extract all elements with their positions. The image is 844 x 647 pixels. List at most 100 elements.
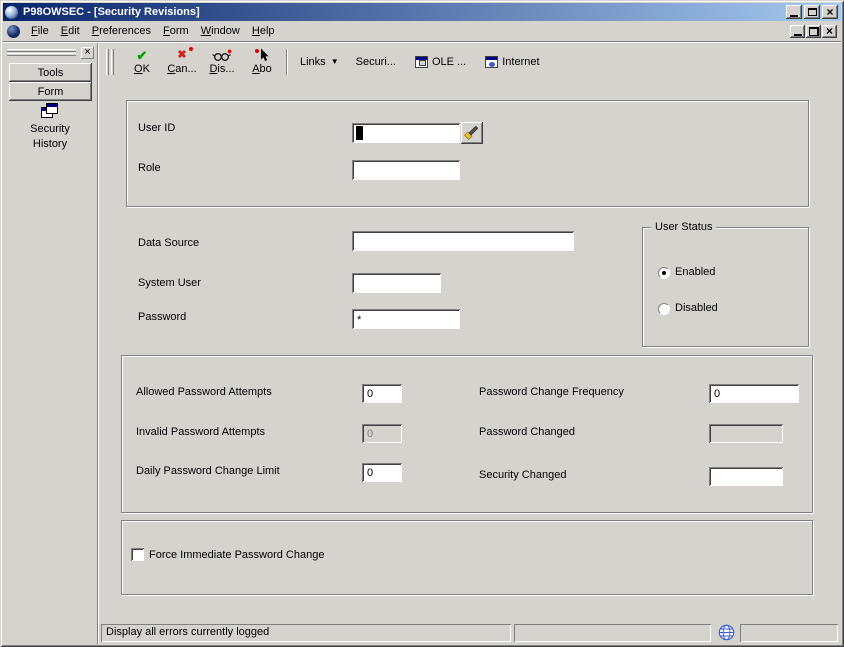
window-controls: × [786, 5, 841, 19]
sidebar-header: × [7, 46, 94, 59]
links-dropdown-icon[interactable]: ▼ [331, 57, 339, 66]
menu-item-edit[interactable]: Edit [55, 22, 86, 40]
mdi-minimize-button[interactable] [790, 24, 805, 38]
toolbar-separator [286, 48, 288, 75]
tab-tools[interactable]: Tools [9, 63, 92, 82]
user-id-input[interactable] [352, 123, 460, 143]
ok-button[interactable]: ✔ OK [122, 45, 162, 79]
force-change-checkbox[interactable] [131, 548, 144, 561]
sidebar: × Tools Form Security History [3, 43, 98, 644]
cancel-x-icon: ✖ [177, 46, 193, 61]
display-glasses-icon [212, 48, 232, 62]
ok-check-icon: ✔ [136, 47, 148, 63]
child-window-icon[interactable] [7, 24, 20, 38]
close-button[interactable]: × [822, 5, 838, 19]
sidebar-close-button[interactable]: × [81, 46, 94, 59]
ole-button-label: OLE ... [431, 55, 467, 68]
links-label: Links [300, 55, 326, 68]
menu-item-preferences[interactable]: Preferences [86, 22, 157, 40]
maximize-button[interactable] [804, 5, 820, 19]
status-right-panel [740, 624, 838, 642]
ok-button-label: OK [134, 63, 150, 75]
menubar: File Edit Preferences Form Window Help × [3, 21, 841, 41]
flashlight-icon [464, 124, 480, 143]
radio-enabled[interactable] [658, 267, 670, 279]
minimize-button[interactable] [786, 5, 802, 19]
menu-item-form[interactable]: Form [157, 22, 195, 40]
toolbar: ✔ OK ✖ Can... Dis... Abo Links ▼ Securi.… [98, 43, 841, 80]
radio-disabled-label[interactable]: Disabled [675, 302, 718, 314]
password-input[interactable] [352, 309, 460, 329]
invalid-attempts-label: Invalid Password Attempts [136, 426, 266, 438]
menu-item-help[interactable]: Help [246, 22, 281, 40]
globe-icon [718, 624, 735, 644]
form-area: User ID Role Data Source System User Pas… [98, 80, 841, 621]
force-change-label[interactable]: Force Immediate Password Change [149, 549, 324, 561]
system-user-input[interactable] [352, 273, 441, 293]
statusbar: Display all errors currently logged [98, 621, 841, 644]
allowed-attempts-label: Allowed Password Attempts [136, 386, 272, 398]
ole-button[interactable]: OLE ... [412, 54, 469, 70]
security-button-label: Securi... [355, 55, 396, 68]
window-title: P98OWSEC - [Security Revisions] [23, 6, 200, 18]
password-changed-label: Password Changed [479, 426, 576, 438]
daily-change-limit-label: Daily Password Change Limit [136, 465, 280, 477]
user-status-title: User Status [651, 221, 717, 233]
internet-icon [485, 55, 499, 68]
display-button-label: Dis... [209, 63, 235, 75]
internet-button[interactable]: Internet [482, 54, 542, 70]
cancel-button-label: Can... [167, 63, 197, 75]
mdi-minimize-icon [793, 33, 802, 36]
about-button[interactable]: Abo [242, 45, 282, 79]
mdi-restore-button[interactable] [806, 24, 821, 38]
app-icon [5, 5, 18, 19]
data-source-input[interactable] [352, 231, 574, 251]
status-message-panel: Display all errors currently logged [101, 624, 511, 642]
display-button[interactable]: Dis... [202, 45, 242, 79]
internet-button-label: Internet [502, 55, 540, 68]
titlebar: P98OWSEC - [Security Revisions] × [3, 3, 841, 21]
status-secondary-panel [514, 624, 711, 642]
password-changed-input [709, 424, 783, 443]
system-user-label: System User [138, 277, 201, 289]
menu-item-file[interactable]: File [25, 22, 55, 40]
mdi-restore-icon [808, 26, 819, 36]
status-message: Display all errors currently logged [106, 626, 270, 638]
security-changed-input[interactable] [709, 467, 783, 486]
close-icon: × [826, 4, 834, 19]
tab-form[interactable]: Form [9, 82, 92, 101]
about-button-label: Abo [252, 63, 272, 75]
mdi-window-controls: × [790, 23, 841, 38]
sidebar-grip[interactable] [7, 49, 76, 56]
maximize-icon [807, 8, 817, 16]
sidebar-item-security-history[interactable]: Security History [3, 103, 97, 152]
daily-change-limit-input[interactable] [362, 463, 402, 482]
password-label: Password [138, 311, 187, 323]
app-window: P98OWSEC - [Security Revisions] × File E… [0, 0, 844, 647]
security-history-icon [41, 103, 59, 119]
mdi-close-icon: × [825, 23, 833, 38]
role-input[interactable] [352, 160, 460, 180]
data-source-label: Data Source [138, 237, 200, 249]
allowed-attempts-input[interactable] [362, 384, 402, 403]
ole-icon [414, 55, 428, 68]
minimize-icon [790, 14, 798, 17]
change-frequency-input[interactable] [709, 384, 799, 403]
cancel-button[interactable]: ✖ Can... [162, 45, 202, 79]
change-frequency-label: Password Change Frequency [479, 386, 624, 398]
user-role-groupbox [126, 100, 809, 207]
sidebar-item-label: Security History [30, 123, 70, 150]
sidebar-close-icon: × [84, 46, 91, 58]
radio-enabled-label[interactable]: Enabled [675, 266, 715, 278]
security-button[interactable]: Securi... [353, 54, 399, 70]
invalid-attempts-input [362, 424, 402, 443]
user-status-groupbox: User Status [642, 221, 809, 347]
security-changed-label: Security Changed [479, 469, 567, 481]
menu-item-window[interactable]: Window [195, 22, 246, 40]
visual-assist-button[interactable] [461, 122, 483, 144]
mdi-close-button[interactable]: × [822, 23, 837, 38]
toolbar-grip[interactable] [106, 48, 114, 75]
radio-disabled[interactable] [658, 303, 670, 315]
text-cursor [356, 126, 363, 140]
role-label: Role [138, 162, 161, 174]
